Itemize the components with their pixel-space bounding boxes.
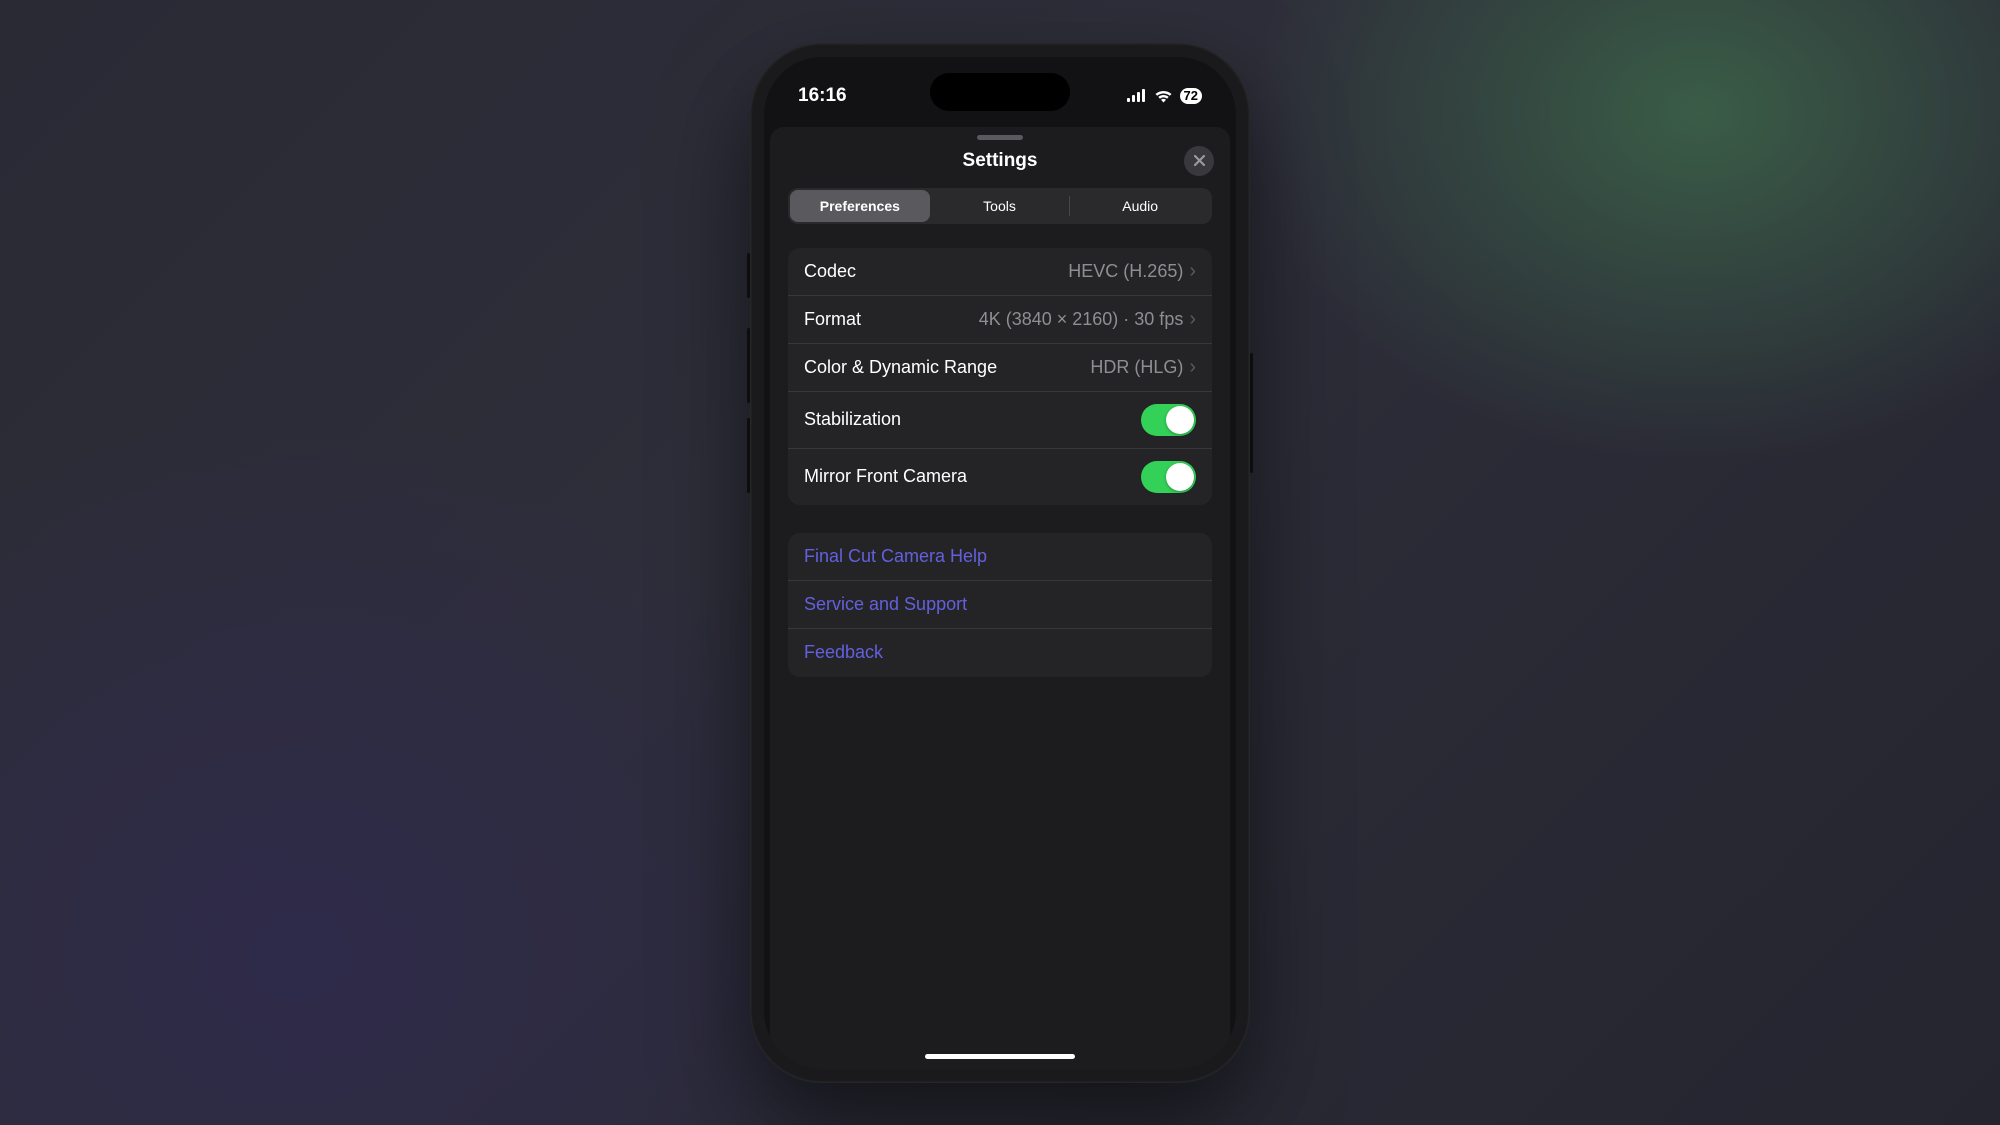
row-label: Format: [804, 309, 979, 330]
row-label: Color & Dynamic Range: [804, 357, 1090, 378]
row-help[interactable]: Final Cut Camera Help: [788, 533, 1212, 581]
row-support[interactable]: Service and Support: [788, 581, 1212, 629]
cellular-icon: [1127, 89, 1147, 102]
wifi-icon: [1154, 89, 1173, 103]
row-color-dynamic-range[interactable]: Color & Dynamic Range HDR (HLG) ›: [788, 344, 1212, 392]
settings-sheet: Settings Preferences Tools Audio Codec H…: [770, 127, 1230, 1069]
row-label: Codec: [804, 261, 1068, 282]
phone-screen: 16:16 72 Settings Preferences Tools Audi…: [764, 57, 1236, 1069]
close-button[interactable]: [1184, 146, 1214, 176]
preferences-group: Codec HEVC (H.265) › Format 4K (3840 × 2…: [788, 248, 1212, 505]
row-value: HDR (HLG): [1090, 357, 1183, 378]
tab-preferences[interactable]: Preferences: [790, 190, 930, 222]
row-value: HEVC (H.265): [1068, 261, 1183, 282]
battery-icon: 72: [1180, 88, 1202, 104]
row-value: 4K (3840 × 2160) · 30 fps: [979, 309, 1184, 330]
stabilization-toggle[interactable]: [1141, 404, 1196, 436]
segmented-control: Preferences Tools Audio: [788, 188, 1212, 224]
power-button: [1250, 353, 1253, 473]
row-mirror-front-camera: Mirror Front Camera: [788, 449, 1212, 505]
row-codec[interactable]: Codec HEVC (H.265) ›: [788, 248, 1212, 296]
phone-frame: 16:16 72 Settings Preferences Tools Audi…: [750, 43, 1250, 1083]
link-label: Final Cut Camera Help: [804, 546, 1196, 567]
chevron-right-icon: ›: [1189, 308, 1196, 331]
dynamic-island: [930, 73, 1070, 111]
row-label: Stabilization: [804, 409, 1141, 430]
sheet-title: Settings: [963, 150, 1038, 172]
status-time: 16:16: [798, 85, 847, 107]
status-indicators: 72: [1127, 88, 1202, 104]
link-label: Feedback: [804, 642, 1196, 663]
link-label: Service and Support: [804, 594, 1196, 615]
chevron-right-icon: ›: [1189, 356, 1196, 379]
tab-tools[interactable]: Tools: [930, 190, 1070, 222]
mirror-toggle[interactable]: [1141, 461, 1196, 493]
links-group: Final Cut Camera Help Service and Suppor…: [788, 533, 1212, 677]
volume-up-button: [747, 328, 750, 403]
tab-audio[interactable]: Audio: [1070, 190, 1210, 222]
row-format[interactable]: Format 4K (3840 × 2160) · 30 fps ›: [788, 296, 1212, 344]
row-feedback[interactable]: Feedback: [788, 629, 1212, 677]
sheet-header: Settings: [770, 140, 1230, 188]
close-icon: [1194, 155, 1205, 166]
row-stabilization: Stabilization: [788, 392, 1212, 449]
home-indicator[interactable]: [925, 1054, 1075, 1059]
row-label: Mirror Front Camera: [804, 466, 1141, 487]
volume-down-button: [747, 418, 750, 493]
chevron-right-icon: ›: [1189, 260, 1196, 283]
